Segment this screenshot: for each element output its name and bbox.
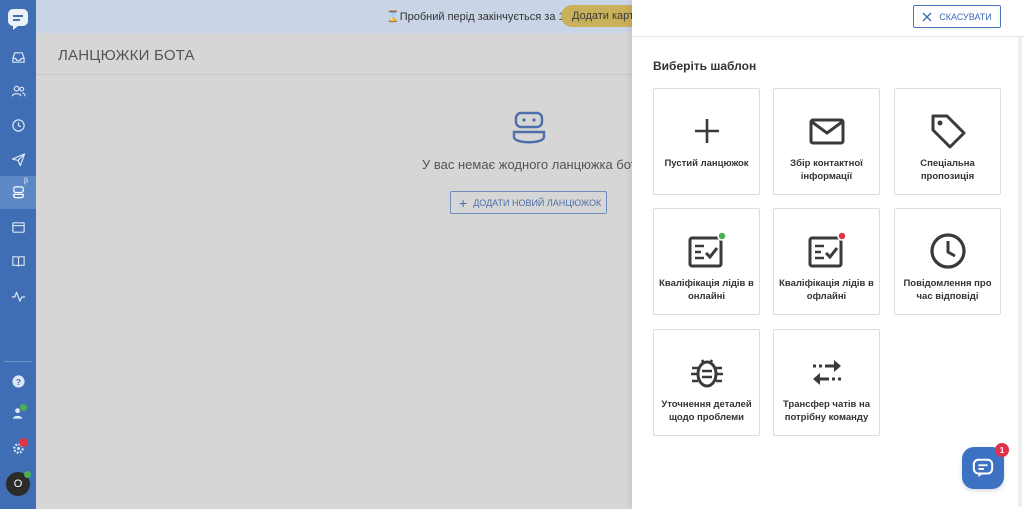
- svg-text:?: ?: [15, 376, 20, 386]
- template-label: Трансфер чатів на потрібну команду: [782, 399, 871, 423]
- settings-alert-dot: [19, 438, 28, 447]
- template-card-leads-offline[interactable]: Кваліфікація лідів в офлайні: [773, 208, 880, 315]
- panel-header: СКАСУВАТИ: [632, 0, 1024, 37]
- panel-scrollbar[interactable]: [1018, 37, 1022, 507]
- checklist-offline-icon: [808, 231, 847, 268]
- inbox-icon: [11, 51, 25, 63]
- sidebar: β ? O: [0, 0, 36, 509]
- history-icon: [11, 118, 25, 132]
- widget-icon: [11, 221, 25, 233]
- hourglass-icon: ⌛: [386, 11, 400, 23]
- sidebar-item-users[interactable]: [0, 76, 36, 106]
- app-root: β ? O ⌛Пробний перід закінчується за 14д…: [0, 0, 1024, 509]
- title-divider: [36, 74, 636, 75]
- plus-icon: +: [459, 194, 468, 211]
- sidebar-item-help[interactable]: ?: [0, 366, 36, 396]
- template-card-problem-details[interactable]: Уточнення деталей щодо проблеми: [653, 329, 760, 436]
- bot-icon: [12, 186, 24, 199]
- sidebar-item-invite[interactable]: [0, 398, 36, 428]
- sidebar-item-campaigns[interactable]: [0, 144, 36, 174]
- template-label: Пустий ланцюжок: [664, 158, 749, 169]
- template-card-response-time[interactable]: Повідомлення про час відповіді: [894, 208, 1001, 315]
- page-title: ЛАНЦЮЖКИ БОТА: [58, 47, 195, 64]
- sidebar-item-knowledge[interactable]: [0, 246, 36, 276]
- transfer-icon: [813, 360, 841, 385]
- template-card-transfer[interactable]: Трансфер чатів на потрібну команду: [773, 329, 880, 436]
- cancel-button[interactable]: СКАСУВАТИ: [913, 5, 1001, 28]
- avatar-status-dot: [24, 471, 31, 478]
- template-label: Повідомлення про час відповіді: [903, 278, 992, 302]
- chat-unread-badge: 1: [995, 443, 1009, 457]
- template-card-leads-online[interactable]: Кваліфікація лідів в онлайні: [653, 208, 760, 315]
- chat-bubble-icon: [972, 458, 994, 478]
- cancel-label: СКАСУВАТИ: [939, 11, 992, 22]
- sidebar-item-settings[interactable]: [0, 433, 36, 463]
- robot-icon: [512, 111, 546, 144]
- sidebar-item-analytics[interactable]: [0, 281, 36, 311]
- plus-icon: [695, 119, 719, 143]
- template-label: Кваліфікація лідів в офлайні: [779, 278, 874, 302]
- add-new-chain-button[interactable]: + ДОДАТИ НОВИЙ ЛАНЦЮЖОК: [450, 191, 607, 214]
- trial-text: ⌛Пробний перід закінчується за 14д:: [386, 11, 581, 23]
- template-panel: СКАСУВАТИ Виберіть шаблон Пустий ланцюжо…: [632, 0, 1024, 509]
- users-icon: [11, 85, 26, 96]
- sidebar-item-inbox[interactable]: [0, 42, 36, 72]
- beta-badge: β: [24, 178, 29, 185]
- sidebar-item-bots[interactable]: β: [0, 176, 36, 209]
- template-card-offer[interactable]: Спеціальна пропозиція: [894, 88, 1001, 195]
- template-card-blank[interactable]: Пустий ланцюжок: [653, 88, 760, 195]
- sidebar-divider: [4, 361, 32, 362]
- empty-state-text: У вас немає жодного ланцюжка бота: [422, 157, 644, 172]
- panel-heading: Виберіть шаблон: [653, 59, 757, 73]
- template-label: Збір контактної інформації: [790, 158, 863, 182]
- activity-icon: [11, 291, 25, 302]
- envelope-icon: [809, 118, 845, 145]
- sidebar-item-widget[interactable]: [0, 212, 36, 242]
- book-icon: [11, 255, 25, 267]
- template-card-contact[interactable]: Збір контактної інформації: [773, 88, 880, 195]
- app-logo-icon[interactable]: [7, 8, 29, 30]
- tag-icon: [931, 114, 966, 149]
- close-icon: [922, 12, 932, 21]
- template-label: Спеціальна пропозиція: [920, 158, 975, 182]
- template-label: Кваліфікація лідів в онлайні: [659, 278, 754, 302]
- template-label: Уточнення деталей щодо проблеми: [661, 399, 752, 423]
- send-icon: [11, 152, 25, 166]
- clock-icon: [930, 233, 966, 269]
- add-new-chain-label: ДОДАТИ НОВИЙ ЛАНЦЮЖОК: [473, 197, 602, 208]
- sidebar-item-history[interactable]: [0, 110, 36, 140]
- bug-icon: [691, 359, 723, 388]
- checklist-online-icon: [688, 231, 727, 268]
- help-icon: ?: [11, 374, 25, 388]
- invite-status-dot: [20, 404, 27, 411]
